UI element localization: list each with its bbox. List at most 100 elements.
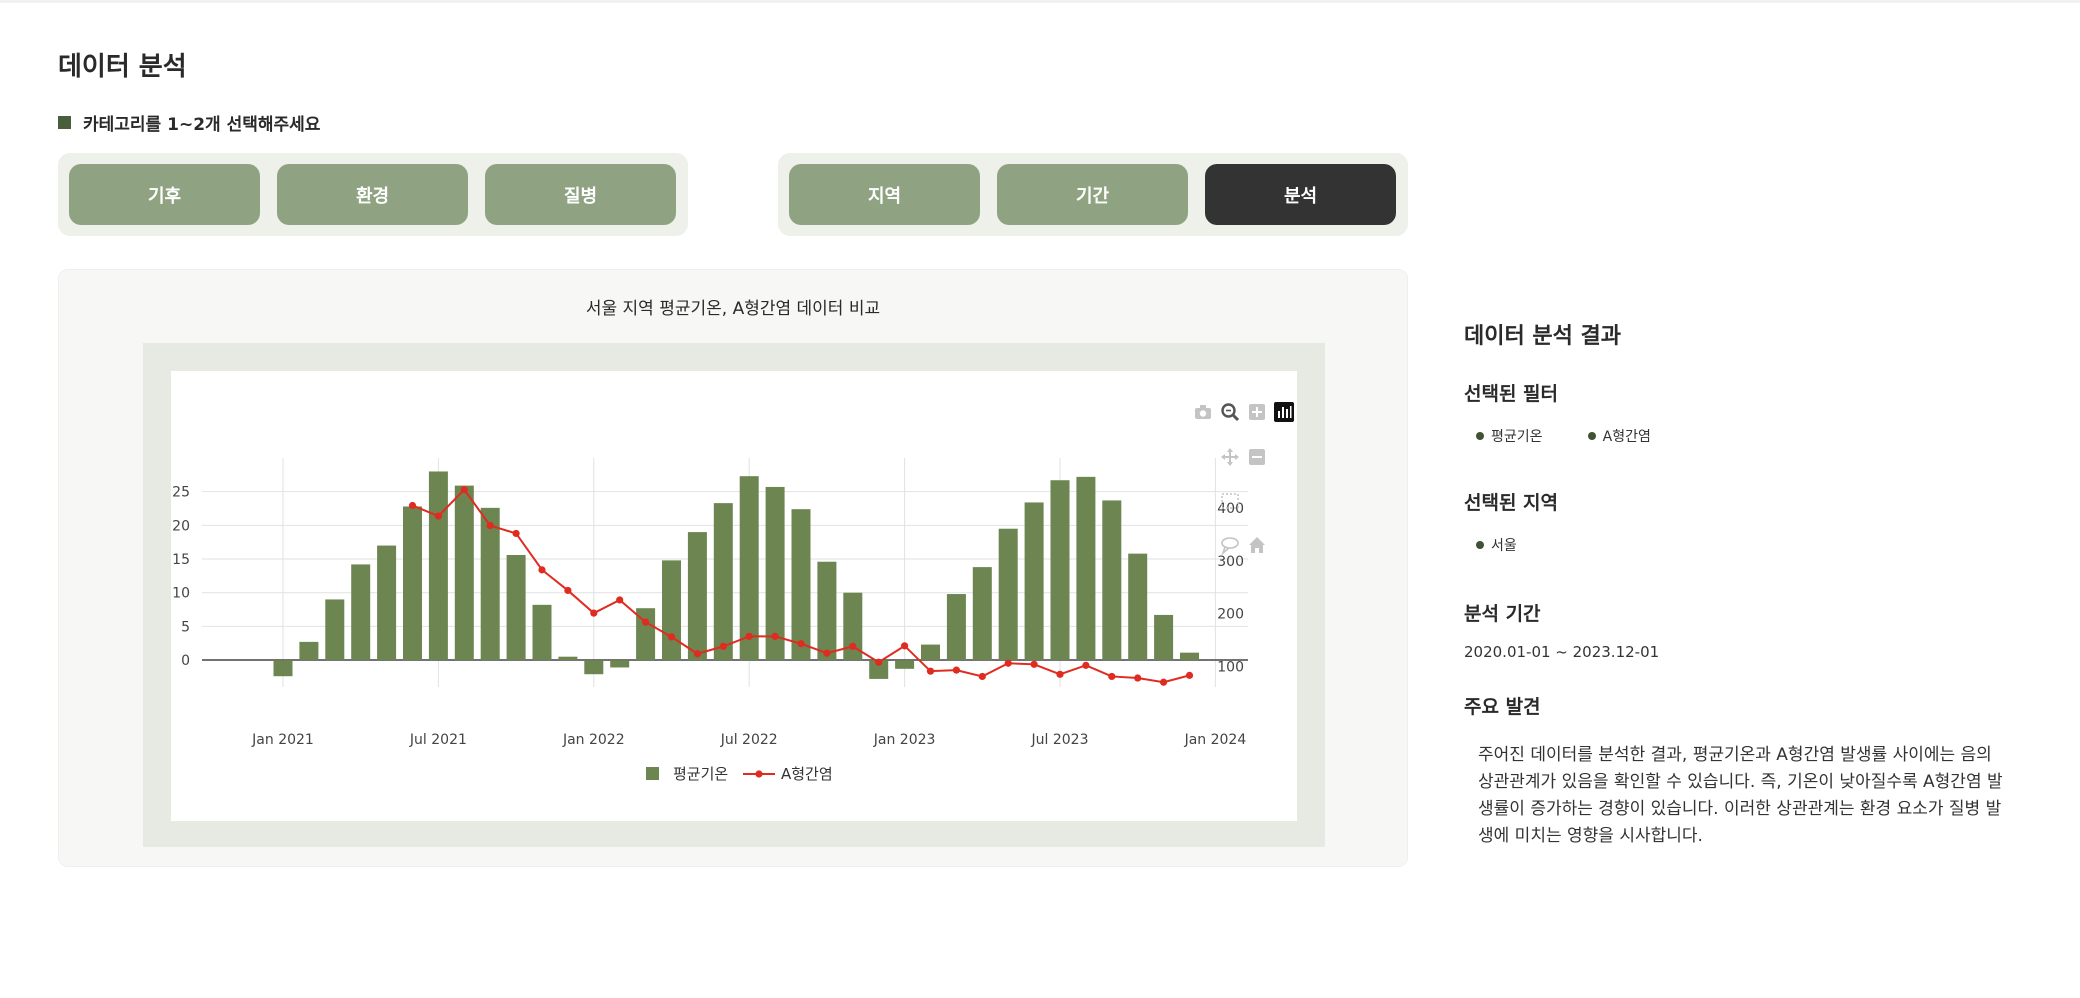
bar xyxy=(428,471,448,661)
bar xyxy=(273,660,293,677)
y-tick-label: 10 xyxy=(172,586,190,602)
home-icon[interactable] xyxy=(1249,537,1265,553)
bar xyxy=(1024,502,1044,661)
bar xyxy=(946,594,966,661)
category-button-environment[interactable]: 환경 xyxy=(277,164,468,225)
results-heading: 데이터 분석 결과 xyxy=(1464,324,1621,349)
legend-line-marker xyxy=(755,770,763,778)
bar xyxy=(1102,500,1122,661)
y2-tick-label: 400 xyxy=(1217,501,1244,517)
bar xyxy=(454,485,474,661)
bar xyxy=(1128,553,1148,661)
line-point xyxy=(1108,672,1116,681)
chart-area: 0 5 10 15 20 25 100 200 300 400 Jan 2021 Jul 2021 Ja… xyxy=(171,371,1297,821)
region-list: 서울 xyxy=(1464,534,2024,555)
line-point xyxy=(642,618,650,626)
filter-item: 평균기온 xyxy=(1476,426,1543,446)
bullet-dot-icon xyxy=(1476,541,1484,549)
filter-item: A형간염 xyxy=(1587,426,1651,446)
y2-tick-label: 300 xyxy=(1217,554,1244,570)
analysis-button[interactable]: 분석 xyxy=(1205,164,1396,225)
bar xyxy=(584,660,604,675)
category-button-climate[interactable]: 기후 xyxy=(69,164,260,225)
line-point xyxy=(1134,674,1142,682)
line-point xyxy=(875,658,883,666)
combo-chart[interactable]: 0 5 10 15 20 25 100 200 300 400 Jan 2021 Jul 2021 Ja… xyxy=(171,371,1297,821)
lasso-icon[interactable] xyxy=(1221,537,1239,556)
line-point xyxy=(952,666,961,674)
region-button[interactable]: 지역 xyxy=(789,164,980,225)
y-tick-label: 5 xyxy=(181,619,190,635)
chart-panel: 서울 지역 평균기온, A형간염 데이터 비교 0 5 10 15 20 25 100 200… xyxy=(58,269,1408,867)
line-point xyxy=(745,632,753,640)
line-point xyxy=(978,672,986,681)
bar xyxy=(377,545,397,661)
line-point xyxy=(1004,659,1012,667)
pan-icon[interactable] xyxy=(1221,448,1239,466)
bar xyxy=(1076,476,1096,661)
bar xyxy=(351,564,371,661)
line-point xyxy=(1082,661,1090,669)
line-point xyxy=(564,586,572,595)
chart-frame: 0 5 10 15 20 25 100 200 300 400 Jan 2021 Jul 2021 Ja… xyxy=(143,343,1325,847)
category-button-disease[interactable]: 질병 xyxy=(485,164,676,225)
line-point xyxy=(1056,670,1064,678)
region-heading: 선택된 지역 xyxy=(1464,492,1559,514)
bar-icon[interactable] xyxy=(1274,402,1294,422)
line-point xyxy=(590,609,598,617)
filter-button-group: 지역 기간 분석 xyxy=(778,153,1408,236)
bar xyxy=(662,560,681,661)
bar xyxy=(480,507,500,661)
bar xyxy=(1180,652,1199,661)
legend-label: A형간염 xyxy=(781,765,833,783)
plus-icon[interactable] xyxy=(1249,404,1265,420)
line-point xyxy=(1160,678,1168,686)
line-point xyxy=(771,632,779,640)
bar xyxy=(713,503,733,661)
bar xyxy=(739,476,759,661)
period-button[interactable]: 기간 xyxy=(997,164,1188,225)
line-point xyxy=(434,512,442,520)
bar xyxy=(506,554,526,661)
bar xyxy=(1154,614,1174,661)
line-point xyxy=(926,667,935,675)
bar xyxy=(687,532,707,661)
x-tick-label: Jan 2021 xyxy=(251,732,314,748)
bullet-dot-icon xyxy=(1587,432,1596,440)
y-tick-label: 20 xyxy=(172,518,190,534)
y2-tick-label: 100 xyxy=(1217,659,1244,675)
zoom-icon[interactable] xyxy=(1221,403,1240,422)
x-tick-label: Jan 2022 xyxy=(562,732,625,748)
bar xyxy=(998,528,1018,661)
instruction-text: 카테고리를 1~2개 선택해주세요 xyxy=(83,115,321,135)
bar xyxy=(532,604,552,661)
top-border xyxy=(0,0,2080,3)
filters-heading: 선택된 필터 xyxy=(1464,383,1559,405)
square-bullet-icon xyxy=(58,116,71,129)
y-tick-label: 0 xyxy=(181,653,190,669)
findings-text: 주어진 데이터를 분석한 결과, 평균기온과 A형간염 발생률 사이에는 음의 … xyxy=(1478,745,2003,846)
line-point xyxy=(693,650,702,658)
minus-icon[interactable] xyxy=(1249,449,1265,465)
line-point xyxy=(823,649,831,657)
bar xyxy=(325,599,345,661)
x-tick-label: Jan 2024 xyxy=(1184,732,1247,748)
bar xyxy=(1050,480,1070,661)
chart-title: 서울 지역 평균기온, A형간염 데이터 비교 xyxy=(585,299,881,319)
y-tick-label: 25 xyxy=(172,485,190,501)
bullet-dot-icon xyxy=(1476,432,1484,440)
legend-label: 평균기온 xyxy=(673,765,728,783)
y2-tick-label: 200 xyxy=(1217,607,1244,623)
camera-icon[interactable] xyxy=(1195,405,1211,419)
line-point xyxy=(1030,660,1038,668)
line-point xyxy=(901,642,909,650)
bar xyxy=(817,561,837,661)
bar xyxy=(610,660,630,668)
results-panel: 데이터 분석 결과 선택된 필터 평균기온 A형간염 선택된 지역 서울 분석 … xyxy=(1464,318,2024,850)
line-point xyxy=(667,633,676,641)
x-tick-label: Jul 2022 xyxy=(720,732,778,748)
findings-heading: 주요 발견 xyxy=(1464,696,1541,718)
line-point xyxy=(719,642,727,650)
region-item: 서울 xyxy=(1476,535,1517,555)
bar xyxy=(558,656,578,661)
